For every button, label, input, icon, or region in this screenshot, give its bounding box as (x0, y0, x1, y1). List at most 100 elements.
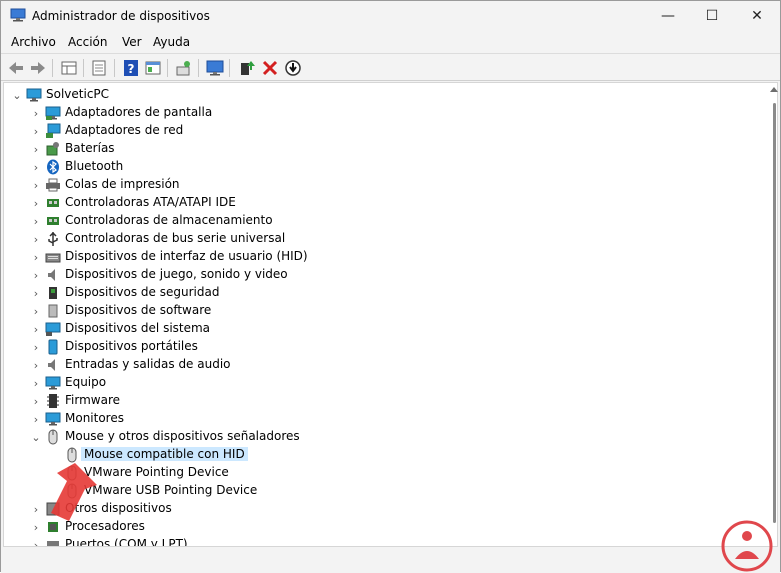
help-icon[interactable]: ? (121, 58, 141, 78)
expand-chevron-icon[interactable]: › (31, 197, 41, 210)
svg-text:?: ? (128, 62, 135, 76)
tree-category-row[interactable]: › Firmware (4, 392, 764, 410)
tree-category-label: Dispositivos de seguridad (65, 285, 220, 299)
tree-category-row[interactable]: › Otros dispositivos (4, 500, 764, 518)
window-title: Administrador de dispositivos (32, 9, 210, 23)
expand-chevron-icon[interactable]: › (31, 161, 41, 174)
tree-category-row[interactable]: › Dispositivos de seguridad (4, 284, 764, 302)
tree-category-label: Dispositivos de software (65, 303, 212, 317)
expand-chevron-icon[interactable]: › (31, 179, 41, 192)
maximize-button[interactable]: ☐ (689, 1, 735, 31)
tree-category-label: Equipo (65, 375, 107, 389)
tree-category-row[interactable]: › Dispositivos de software (4, 302, 764, 320)
tree-category-row[interactable]: › Dispositivos del sistema (4, 320, 764, 338)
tree-category-row[interactable]: › Controladoras de almacenamiento (4, 212, 764, 230)
expand-chevron-icon[interactable]: › (31, 305, 41, 318)
toolbar-separator (114, 59, 115, 77)
tree-category-row[interactable]: › Dispositivos de juego, sonido y video (4, 266, 764, 284)
monitor-icon[interactable] (205, 58, 225, 78)
menu-ayuda[interactable]: Ayuda (153, 35, 190, 49)
expand-chevron-icon[interactable]: › (31, 107, 41, 120)
mouse-icon (48, 429, 58, 445)
menu-accion[interactable]: Acción (68, 35, 107, 49)
tree-category-row[interactable]: › Controladoras de bus serie universal (4, 230, 764, 248)
audio-io-icon (48, 359, 55, 371)
scan-hardware-icon[interactable] (174, 58, 194, 78)
view-icon[interactable] (143, 58, 163, 78)
toolbar-separator (83, 59, 84, 77)
expand-chevron-icon[interactable]: › (31, 413, 41, 426)
tree-device-row[interactable]: VMware USB Pointing Device (4, 482, 764, 500)
collapse-chevron-icon[interactable]: ⌄ (31, 431, 41, 444)
tree-category-label: Controladoras de almacenamiento (65, 213, 273, 227)
tree-category-row[interactable]: › Adaptadores de pantalla (4, 104, 764, 122)
tree-device-row[interactable]: Mouse compatible con HID (4, 446, 764, 464)
expand-chevron-icon[interactable]: › (31, 143, 41, 156)
expand-chevron-icon[interactable]: › (31, 251, 41, 264)
tree-category-row[interactable]: › Colas de impresión (4, 176, 764, 194)
printer-icon (46, 178, 60, 192)
tree-category-row[interactable]: › Equipo (4, 374, 764, 392)
menu-archivo[interactable]: Archivo (11, 35, 56, 49)
document-icon[interactable] (89, 58, 109, 78)
expand-chevron-icon[interactable]: › (31, 323, 41, 336)
tree-category-label: Controladoras ATA/ATAPI IDE (65, 195, 236, 209)
expand-chevron-icon[interactable]: › (31, 395, 41, 408)
expand-chevron-icon[interactable]: › (31, 233, 41, 246)
tree-category-label: Controladoras de bus serie universal (65, 231, 286, 245)
tree-category-row[interactable]: › Controladoras ATA/ATAPI IDE (4, 194, 764, 212)
scrollbar-thumb[interactable] (773, 103, 776, 523)
title-bar[interactable]: Administrador de dispositivos — ☐ ✕ (1, 1, 780, 31)
close-button[interactable]: ✕ (734, 1, 780, 31)
tree-category-row[interactable]: › Dispositivos de interfaz de usuario (HI… (4, 248, 764, 266)
solvetic-logo-icon (721, 520, 773, 572)
bluetooth-icon (47, 159, 59, 175)
expand-chevron-icon[interactable]: › (31, 359, 41, 372)
tree-device-row[interactable]: VMware Pointing Device (4, 464, 764, 482)
speaker-icon (48, 269, 55, 281)
tree-category-row[interactable]: › Adaptadores de red (4, 122, 764, 140)
tree-category-row[interactable]: › Entradas y salidas de audio (4, 356, 764, 374)
tree-category-row[interactable]: › Baterías (4, 140, 764, 158)
tree-category-row[interactable]: › Monitores (4, 410, 764, 428)
network-adapter-icon (46, 123, 61, 138)
tree-category-label: Mouse y otros dispositivos señaladores (65, 429, 300, 443)
forward-arrow-icon[interactable] (28, 58, 48, 78)
battery-icon (46, 142, 59, 156)
toolbar: ? (1, 55, 780, 81)
display-adapter-icon (45, 106, 61, 120)
tree-category-label: Dispositivos de interfaz de usuario (HID… (65, 249, 308, 263)
menu-ver[interactable]: Ver (122, 35, 142, 49)
expand-chevron-icon[interactable]: › (31, 215, 41, 228)
tree-category-label: Bluetooth (65, 159, 124, 173)
vertical-scrollbar[interactable] (769, 83, 779, 546)
update-driver-icon[interactable] (283, 58, 303, 78)
tree-category-row[interactable]: › Procesadores (4, 518, 764, 536)
tree-category-label: Entradas y salidas de audio (65, 357, 231, 371)
expand-chevron-icon[interactable]: › (31, 287, 41, 300)
add-driver-icon[interactable] (237, 58, 257, 78)
tree-device-label: Mouse compatible con HID (81, 447, 248, 461)
tree-category-label: Dispositivos del sistema (65, 321, 211, 335)
remove-device-icon[interactable] (260, 58, 280, 78)
tree-root[interactable]: ⌄ SolveticPC (4, 86, 764, 104)
tree-category-row[interactable]: › Dispositivos portátiles (4, 338, 764, 356)
device-manager-app-icon (10, 8, 26, 22)
usb-icon (48, 231, 58, 246)
tree-category-row[interactable]: › Puertos (COM y LPT) (4, 536, 764, 546)
tree-category-label: Adaptadores de red (65, 123, 184, 137)
expand-chevron-icon[interactable]: › (31, 125, 41, 138)
properties-grid-icon[interactable] (59, 58, 79, 78)
expand-chevron-icon[interactable]: › (31, 377, 41, 390)
tree-category-row[interactable]: ⌄ Mouse y otros dispositivos señaladores (4, 428, 764, 446)
tree-category-row[interactable]: › Bluetooth (4, 158, 764, 176)
storage-controller-icon (47, 217, 59, 225)
expand-chevron-icon[interactable]: › (31, 269, 41, 282)
collapse-chevron-icon[interactable]: ⌄ (12, 89, 22, 102)
scroll-up-arrow-icon[interactable] (770, 87, 778, 92)
device-tree[interactable]: ⌄ SolveticPC › Adaptadores de pantalla › Adap… (3, 82, 778, 547)
back-arrow-icon[interactable] (6, 58, 26, 78)
minimize-button[interactable]: — (645, 1, 691, 31)
firmware-icon (47, 394, 59, 408)
expand-chevron-icon[interactable]: › (31, 341, 41, 354)
